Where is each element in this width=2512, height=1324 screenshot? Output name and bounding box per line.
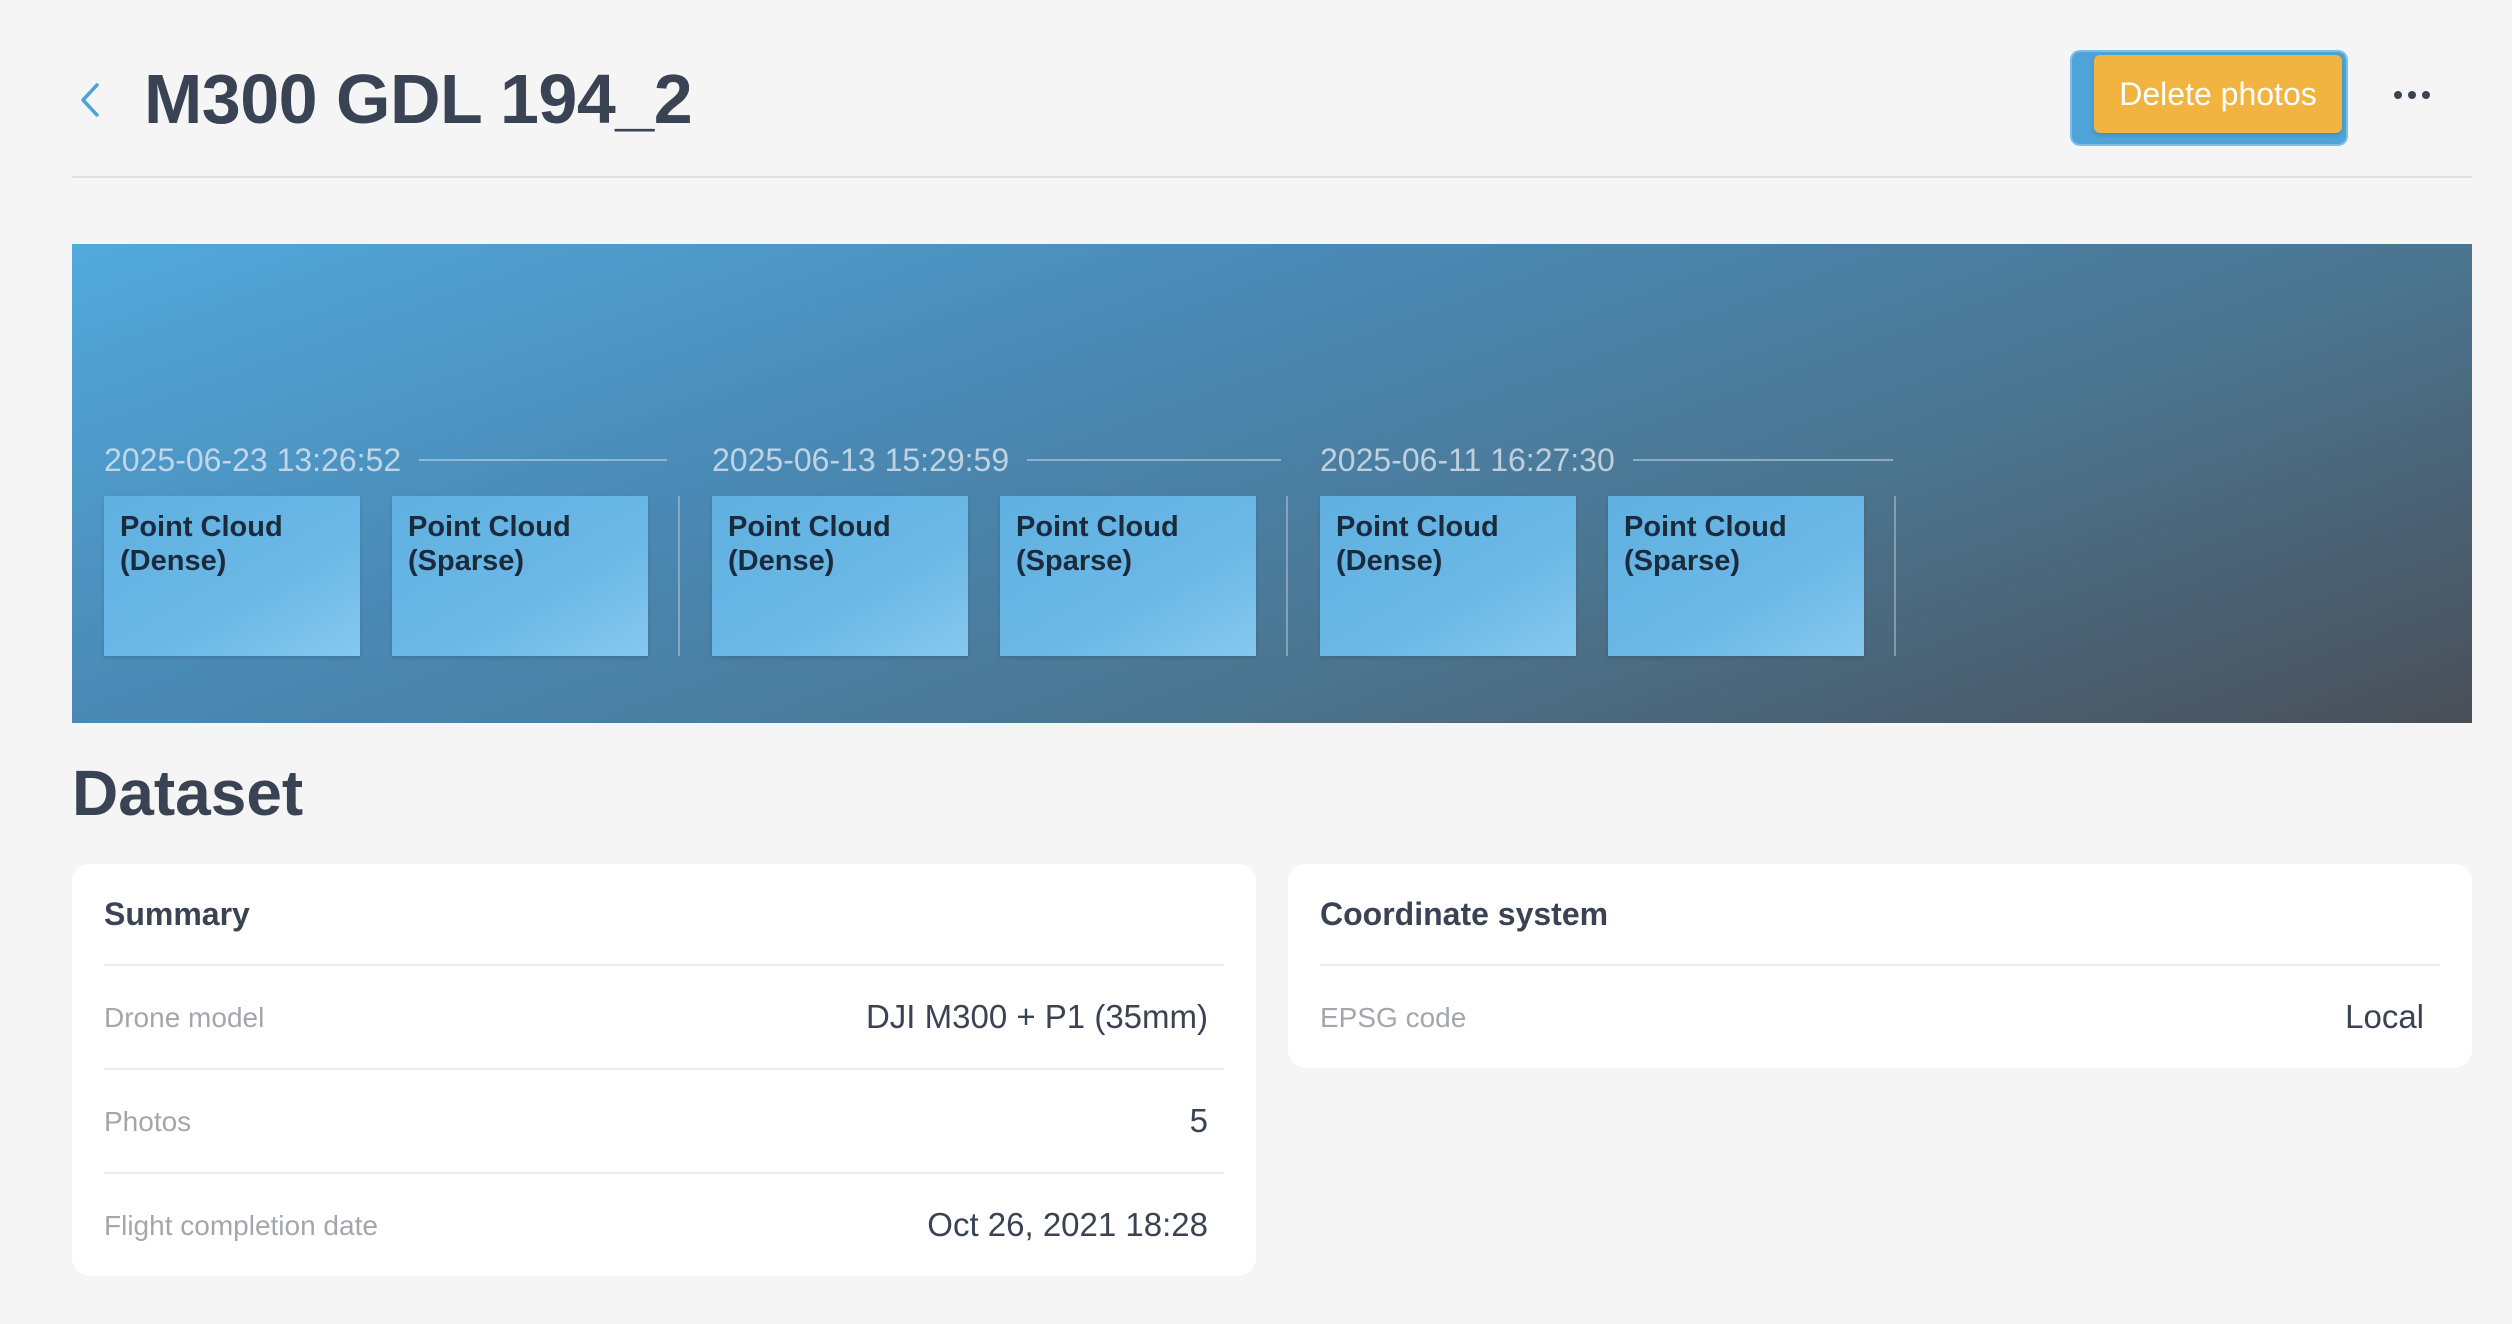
tile-sublabel: (Sparse) [1624,545,1741,577]
coordinate-system-card: Coordinate system EPSG code Local [1288,864,2472,1068]
timeline-group-header: 2025-06-23 13:26:52 [104,440,668,480]
point-cloud-sparse-tile[interactable]: Point Cloud (Sparse) [1608,496,1864,656]
chevron-left-icon [81,83,99,117]
summary-title: Summary [104,896,250,932]
tile-label: Point Cloud [1016,511,1179,543]
timeline-divider [419,459,668,461]
page: M300 GDL 194_2 Delete photos 2025-06-23 … [0,0,2512,1324]
tile-label: Point Cloud [408,511,571,543]
tile-sublabel: (Dense) [120,545,227,577]
timeline-separator [1286,496,1288,656]
row-label: Photos [104,1106,192,1137]
timeline-group: 2025-06-11 16:27:30 Point Cloud (Dense) … [1320,440,1928,656]
tile-label: Point Cloud [120,511,283,543]
coordinate-system-title: Coordinate system [1320,896,1609,932]
summary-row-drone-model: Drone model DJI M300 + P1 (35mm) [104,964,1224,1068]
tile-label: Point Cloud [728,511,891,543]
row-value: DJI M300 + P1 (35mm) [865,998,1208,1035]
timeline-group-header: 2025-06-13 15:29:59 [712,440,1282,480]
timeline-group: 2025-06-23 13:26:52 Point Cloud (Dense) … [104,440,712,656]
timeline-group: 2025-06-13 15:29:59 Point Cloud (Dense) … [712,440,1320,656]
tile-label: Point Cloud [1624,511,1787,543]
timeline-separator [678,496,680,656]
delete-photos-highlight: Delete photos [2072,52,2346,144]
point-cloud-sparse-tile[interactable]: Point Cloud (Sparse) [392,496,648,656]
dataset-heading: Dataset [72,757,304,829]
row-value: Oct 26, 2021 18:28 [927,1206,1208,1243]
tile-label: Point Cloud [1336,511,1499,543]
timeline-divider [1027,459,1282,461]
timeline-date: 2025-06-23 13:26:52 [104,442,402,478]
tile-sublabel: (Dense) [1336,545,1443,577]
timeline-date: 2025-06-13 15:29:59 [712,442,1010,478]
more-options-button[interactable] [2382,70,2442,120]
timeline-date: 2025-06-11 16:27:30 [1320,442,1615,478]
coordinate-row-epsg: EPSG code Local [1320,964,2440,1068]
tile-sublabel: (Sparse) [408,545,525,577]
row-label: Flight completion date [104,1210,378,1241]
row-value: Local [2345,998,2424,1035]
page-header: M300 GDL 194_2 Delete photos [72,0,2472,178]
point-cloud-sparse-tile[interactable]: Point Cloud (Sparse) [1000,496,1256,656]
timeline-separator [1894,496,1896,656]
point-cloud-dense-tile[interactable]: Point Cloud (Dense) [104,496,360,656]
row-label: Drone model [104,1002,265,1033]
row-value: 5 [1189,1102,1208,1139]
tile-sublabel: (Sparse) [1016,545,1133,577]
point-cloud-dense-tile[interactable]: Point Cloud (Dense) [1320,496,1576,656]
delete-photos-button[interactable]: Delete photos [2094,55,2342,133]
back-button[interactable] [72,72,108,128]
summary-card: Summary Drone model DJI M300 + P1 (35mm)… [72,864,1256,1276]
summary-row-photos: Photos 5 [104,1068,1224,1172]
processing-timeline-banner: 2025-06-23 13:26:52 Point Cloud (Dense) … [72,244,2472,723]
timeline-divider [1632,459,1893,461]
timeline-group-header: 2025-06-11 16:27:30 [1320,440,1893,480]
summary-row-flight-completion: Flight completion date Oct 26, 2021 18:2… [104,1172,1224,1276]
page-title: M300 GDL 194_2 [144,60,693,138]
row-label: EPSG code [1320,1002,1467,1033]
point-cloud-dense-tile[interactable]: Point Cloud (Dense) [712,496,968,656]
tile-sublabel: (Dense) [728,545,835,577]
more-horizontal-icon [2394,91,2430,99]
